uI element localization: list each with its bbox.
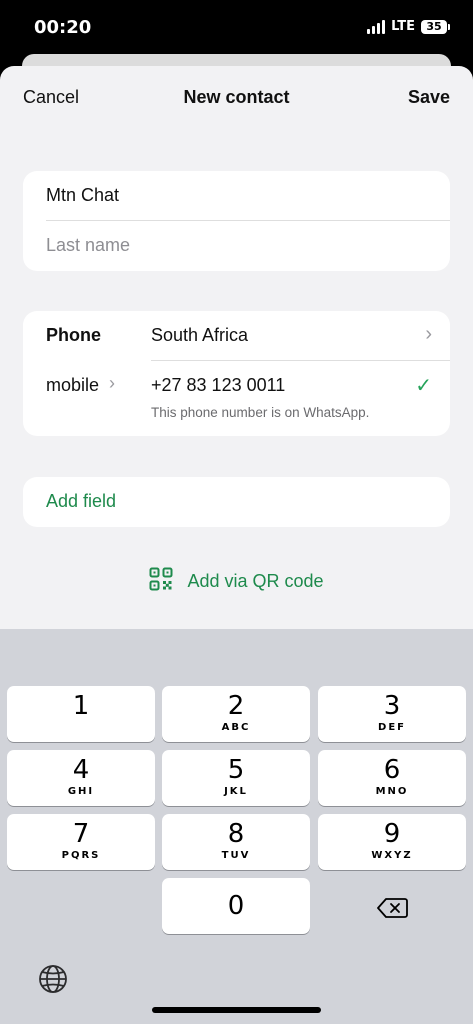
key-digit: 8 bbox=[227, 819, 245, 849]
status-bar: 00:20 LTE 35 bbox=[0, 0, 473, 56]
new-contact-sheet: Cancel New contact Save Mtn Chat Last na… bbox=[0, 66, 473, 629]
key-5[interactable]: 5 JKL bbox=[162, 750, 310, 806]
key-letters: GHI bbox=[67, 786, 95, 797]
chevron-right-icon[interactable]: › bbox=[109, 373, 115, 394]
first-name-field[interactable]: Mtn Chat bbox=[46, 185, 427, 206]
globe-icon[interactable] bbox=[37, 963, 69, 995]
add-via-qr-button[interactable]: Add via QR code bbox=[0, 567, 473, 596]
name-card: Mtn Chat Last name bbox=[23, 171, 450, 271]
key-digit: 2 bbox=[227, 691, 245, 721]
key-letters: ABC bbox=[221, 722, 251, 733]
page-title: New contact bbox=[183, 87, 290, 107]
phone-type-selector[interactable]: mobile bbox=[46, 375, 99, 396]
key-8[interactable]: 8 TUV bbox=[162, 814, 310, 870]
key-digit: 4 bbox=[72, 755, 90, 785]
checkmark-icon: ✓ bbox=[415, 375, 432, 397]
save-button[interactable]: Save bbox=[408, 87, 450, 108]
key-digit: 6 bbox=[383, 755, 401, 785]
phone-number-field[interactable]: +27 83 123 0011 bbox=[151, 375, 285, 396]
key-digit: 9 bbox=[383, 819, 401, 849]
key-letters: DEF bbox=[378, 722, 406, 733]
country-selector[interactable]: South Africa bbox=[151, 325, 248, 346]
key-digit: 7 bbox=[72, 819, 90, 849]
key-letters: JKL bbox=[224, 786, 248, 797]
delete-backspace-icon[interactable] bbox=[376, 897, 408, 919]
key-digit: 5 bbox=[227, 755, 245, 785]
key-4[interactable]: 4 GHI bbox=[7, 750, 155, 806]
divider bbox=[151, 360, 450, 361]
key-letters: TUV bbox=[221, 850, 251, 861]
signal-icon bbox=[367, 19, 386, 34]
home-indicator bbox=[152, 1007, 321, 1013]
key-digit: 0 bbox=[227, 891, 245, 921]
key-9[interactable]: 9 WXYZ bbox=[318, 814, 466, 870]
nav-bar: Cancel New contact Save bbox=[0, 66, 473, 130]
whatsapp-note: This phone number is on WhatsApp. bbox=[151, 405, 370, 420]
add-field-button[interactable]: Add field bbox=[23, 477, 450, 527]
phone-label: Phone bbox=[46, 325, 102, 345]
key-2[interactable]: 2 ABC bbox=[162, 686, 310, 742]
network-type: LTE bbox=[391, 19, 415, 34]
key-1[interactable]: 1 bbox=[7, 686, 155, 742]
key-letters: MNO bbox=[375, 786, 409, 797]
add-field-label: Add field bbox=[46, 491, 117, 511]
key-6[interactable]: 6 MNO bbox=[318, 750, 466, 806]
divider bbox=[46, 220, 450, 221]
key-0[interactable]: 0 bbox=[162, 878, 310, 934]
key-digit: 1 bbox=[72, 691, 90, 721]
phone-card: Phone South Africa › mobile › +27 83 123… bbox=[23, 311, 450, 436]
numeric-keypad: 1 2 ABC 3 DEF 4 GHI 5 JKL 6 MNO 7 PQRS 8… bbox=[0, 629, 473, 1024]
key-letters: WXYZ bbox=[371, 850, 413, 861]
qr-code-icon bbox=[149, 567, 173, 596]
status-indicators: LTE 35 bbox=[367, 19, 450, 34]
last-name-field[interactable]: Last name bbox=[46, 235, 427, 256]
status-time: 00:20 bbox=[34, 17, 92, 38]
chevron-right-icon[interactable]: › bbox=[425, 323, 432, 346]
key-3[interactable]: 3 DEF bbox=[318, 686, 466, 742]
key-7[interactable]: 7 PQRS bbox=[7, 814, 155, 870]
qr-label: Add via QR code bbox=[187, 570, 324, 591]
key-letters: PQRS bbox=[61, 850, 101, 861]
battery-icon: 35 bbox=[421, 19, 450, 34]
key-digit: 3 bbox=[383, 691, 401, 721]
